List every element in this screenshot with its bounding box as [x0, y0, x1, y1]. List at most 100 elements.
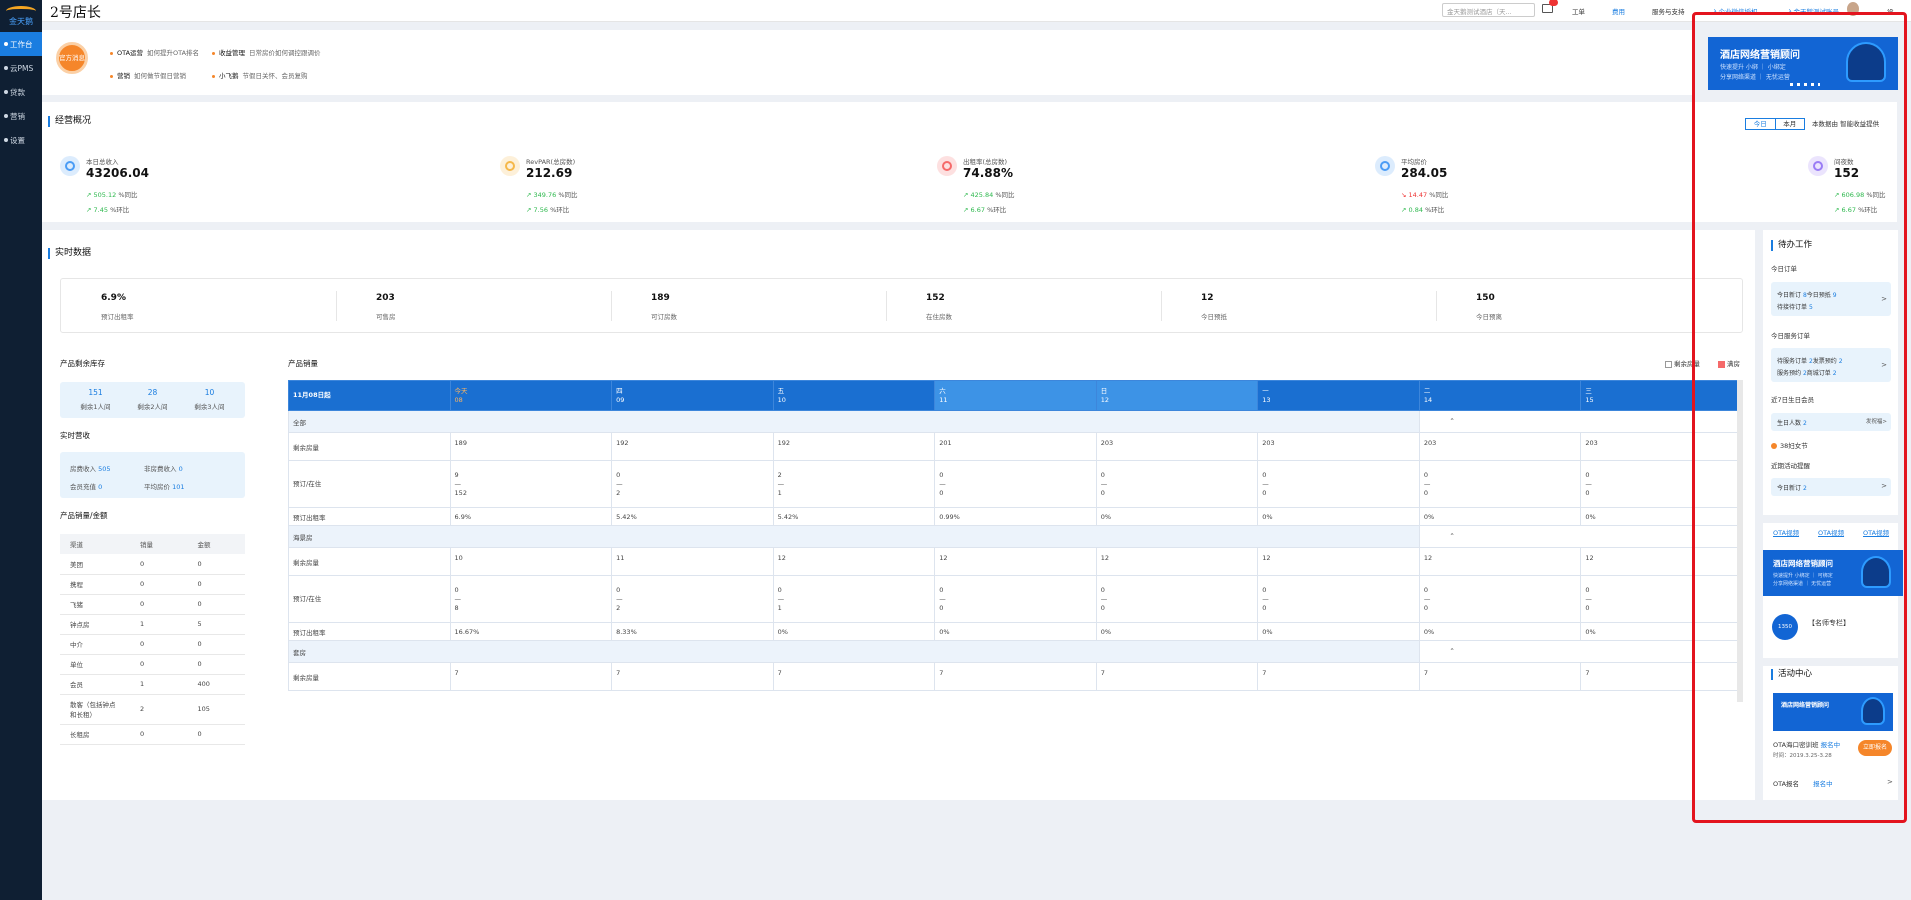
day-header[interactable]: 一 13 — [1257, 380, 1420, 411]
chevron-up-icon[interactable]: ⌃ — [1449, 417, 1454, 425]
notice-desc: 节假日关怀、会员复购 — [242, 72, 308, 80]
sales-table-scroll[interactable]: 11月08日起 今天 08 四 09 五 10 六 11 日 12 一 13 二 14 三 15 全部 ⌃ 剩余房量… — [288, 380, 1743, 702]
day-date: 14 — [1423, 395, 1433, 404]
kpi-icon — [1375, 156, 1395, 176]
booking-cell[interactable]: 0—0 — [1418, 575, 1582, 623]
remain-cell[interactable]: 7 — [611, 662, 774, 691]
fee-link[interactable]: 费用 — [1612, 6, 1625, 16]
booking-cell[interactable]: 2—1 — [772, 460, 936, 508]
day-header[interactable]: 日 12 — [1095, 380, 1259, 411]
room-type-label: 海景房 — [293, 533, 313, 542]
booking-cell[interactable]: 0—0 — [934, 575, 1097, 623]
sidebar-item-workbench[interactable]: 工作台 — [0, 32, 42, 56]
remain-cell[interactable]: 12 — [1095, 547, 1259, 576]
table-row: 预订/在住 9—152 0—2 2—1 0—0 0—0 0—0 0—0 0—0 — [288, 460, 1737, 508]
remain-cell[interactable]: 10 — [449, 547, 613, 576]
kpi-mom-value: 6.67 — [970, 206, 985, 214]
remain-cell[interactable]: 203 — [1257, 432, 1420, 461]
booked-value: 0 — [1100, 585, 1105, 594]
separator: — — [1262, 479, 1269, 488]
kpi-mom-value: 0.84 — [1408, 206, 1423, 214]
remain-cell[interactable]: 12 — [772, 547, 936, 576]
table-cell: 长租房 — [60, 724, 130, 745]
room-income-value: 505 — [98, 465, 111, 473]
remain-cell[interactable]: 12 — [934, 547, 1097, 576]
marketing-icon — [4, 114, 8, 118]
day-header[interactable]: 五 10 — [772, 380, 936, 411]
sidebar-item-marketing[interactable]: 营销 — [0, 104, 42, 128]
rate-cell: 6.9% — [449, 507, 613, 526]
day-header[interactable]: 六 11 — [934, 380, 1097, 411]
notice-item[interactable]: OTA运营 如何提升OTA排名 — [110, 47, 199, 57]
app-logo[interactable]: 金天鹅 — [0, 0, 42, 32]
chevron-up-icon[interactable]: ⌃ — [1449, 647, 1454, 655]
booking-cell[interactable]: 0—0 — [934, 460, 1097, 508]
remain-cell[interactable]: 192 — [611, 432, 774, 461]
remain-cell[interactable]: 11 — [611, 547, 774, 576]
sidebar-item-pms[interactable]: 云PMS — [0, 56, 42, 80]
booking-cell[interactable]: 0—0 — [1257, 575, 1420, 623]
remain-cell[interactable]: 12 — [1418, 547, 1582, 576]
table-cell: 中介 — [60, 634, 130, 655]
remain-cell[interactable]: 7 — [1418, 662, 1582, 691]
booking-cell[interactable]: 0—1 — [772, 575, 936, 623]
remain-cell[interactable]: 201 — [934, 432, 1097, 461]
notice-item[interactable]: 营销 如何做节假日营销 — [110, 70, 186, 80]
booking-cell[interactable]: 0—8 — [449, 575, 613, 623]
remain-cell[interactable]: 192 — [772, 432, 936, 461]
table-cell: 0 — [130, 574, 188, 595]
kpi-ring-icon — [505, 161, 515, 171]
sidebar-item-settings[interactable]: 设置 — [0, 128, 42, 152]
chevron-up-icon[interactable]: ⌃ — [1449, 532, 1454, 540]
day-header[interactable]: 二 14 — [1418, 380, 1582, 411]
booked-value: 0 — [1262, 470, 1267, 479]
remain-cell[interactable]: 189 — [449, 432, 613, 461]
notice-item[interactable]: 收益管理 日常房价如何调控跟调价 — [212, 47, 321, 57]
kpi-mom-suffix: %环比 — [550, 206, 570, 214]
support-link[interactable]: 服务与支持 — [1652, 6, 1685, 16]
row-label: 预订/在住 — [288, 460, 451, 508]
sidebar-item-loan[interactable]: 贷款 — [0, 80, 42, 104]
remain-cell[interactable]: 7 — [772, 662, 936, 691]
booking-cell[interactable]: 0—0 — [1257, 460, 1420, 508]
notice-title: 小飞鹅 — [219, 72, 239, 80]
room-type-row[interactable]: 全部 ⌃ — [288, 410, 1737, 433]
booking-cell[interactable]: 0—2 — [611, 460, 774, 508]
booking-cell[interactable]: 0—2 — [611, 575, 774, 623]
mail-icon[interactable] — [1542, 0, 1558, 13]
booking-cell[interactable]: 0—0 — [1095, 575, 1259, 623]
rate-cell: 0% — [1257, 622, 1420, 641]
booking-cell[interactable]: 0—0 — [1095, 460, 1259, 508]
booking-cell[interactable]: 9—152 — [449, 460, 613, 508]
remain-cell[interactable]: 12 — [1257, 547, 1420, 576]
realtime-value: 189 — [651, 293, 670, 303]
remain-cell[interactable]: 7 — [1095, 662, 1259, 691]
table-row: 散客（包括钟点和长租） 2 105 — [60, 694, 245, 725]
remain-cell[interactable]: 7 — [934, 662, 1097, 691]
table-cell: 飞猪 — [60, 594, 130, 615]
kpi-yoy-value: 349.76 — [533, 191, 557, 199]
booked-value: 0 — [939, 585, 944, 594]
remain-cell[interactable]: 7 — [449, 662, 613, 691]
remain-cell[interactable]: 203 — [1095, 432, 1259, 461]
booking-cell[interactable]: 0—0 — [1418, 460, 1582, 508]
room-type-row[interactable]: 套房 ⌃ — [288, 640, 1737, 663]
separator: — — [777, 594, 785, 603]
stock-title: 产品剩余库存 — [60, 359, 105, 368]
table-row: 单位 0 0 — [60, 654, 245, 675]
remain-cell[interactable]: 7 — [1257, 662, 1420, 691]
sales-title: 产品销量 — [288, 359, 318, 368]
ticket-link[interactable]: 工单 — [1572, 6, 1585, 16]
hotel-search-input[interactable]: 金天鹅测试酒店（天... — [1442, 3, 1535, 17]
notice-item[interactable]: 小飞鹅 节假日关怀、会员复购 — [212, 70, 308, 80]
kpi-yoy-suffix: %同比 — [995, 191, 1015, 199]
day-header[interactable]: 四 09 — [611, 380, 774, 411]
booked-value: 0 — [454, 585, 459, 594]
room-type-row[interactable]: 海景房 ⌃ — [288, 525, 1737, 548]
day-header[interactable]: 今天 08 — [449, 380, 613, 411]
table-cell: 105 — [187, 694, 245, 725]
day-date: 11 — [939, 395, 948, 404]
remain-cell[interactable]: 203 — [1418, 432, 1582, 461]
table-row: 预订出租率 6.9% 5.42% 5.42% 0.99% 0% 0% 0% 0% — [288, 507, 1737, 526]
day-date: 13 — [1262, 395, 1271, 404]
